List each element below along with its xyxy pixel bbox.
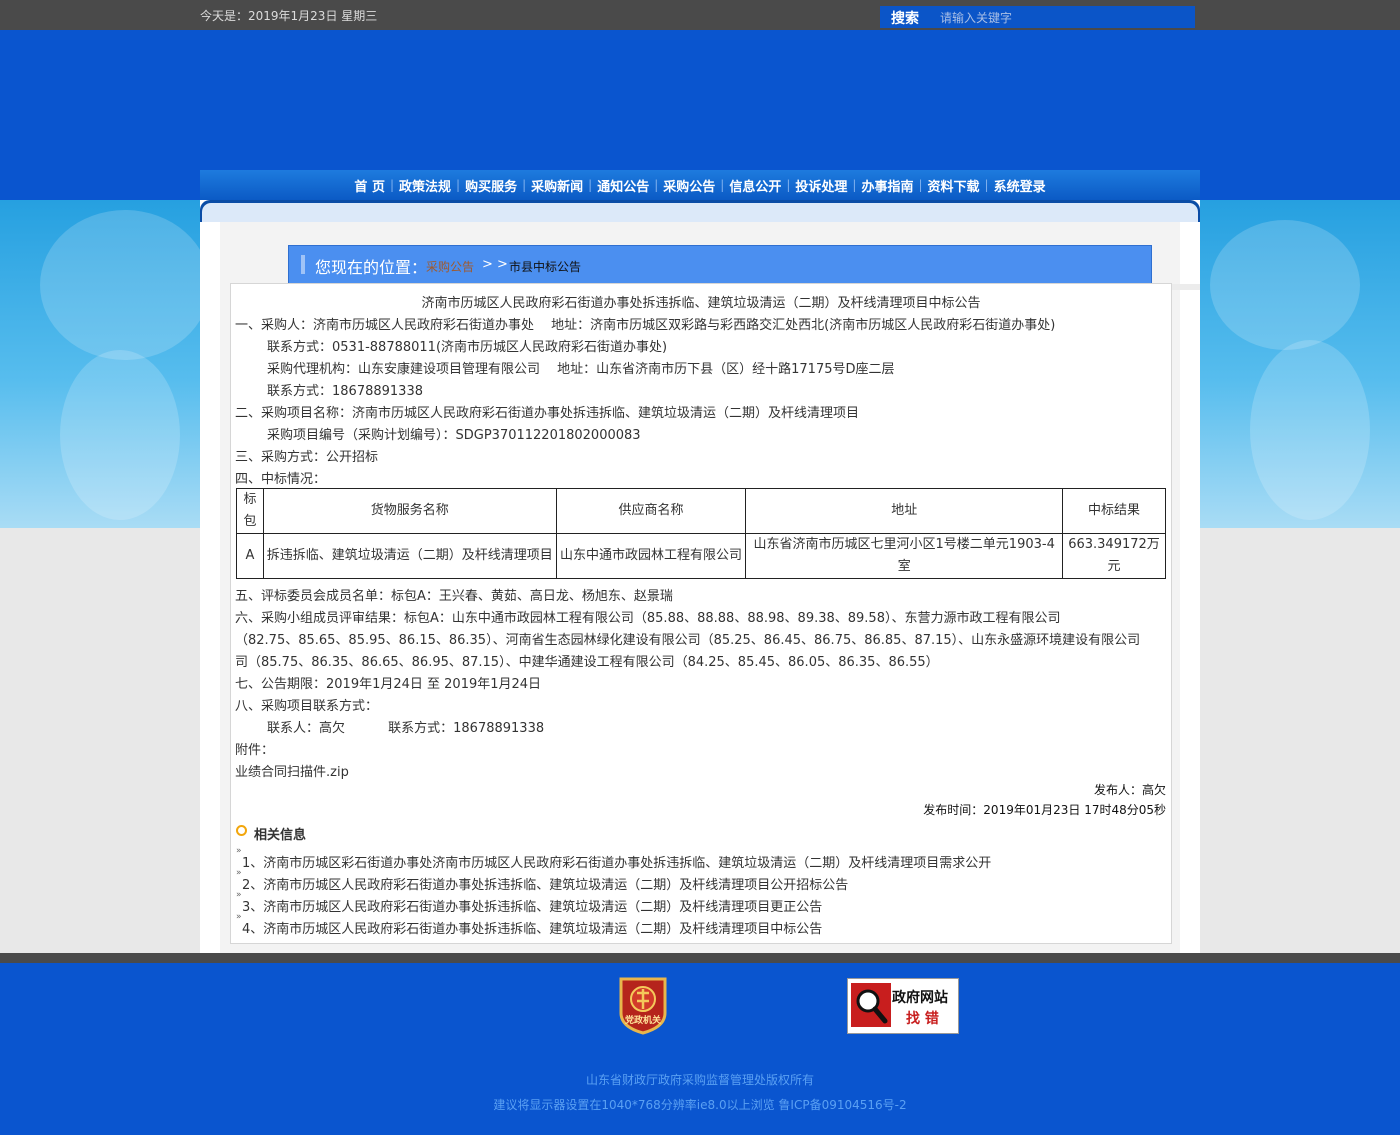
breadcrumb-link[interactable]: 采购公告 bbox=[426, 258, 474, 275]
publisher: 发布人：高欠 bbox=[1093, 783, 1166, 797]
article-line: 三、采购方式：公开招标 bbox=[235, 450, 379, 465]
article-line: 附件： bbox=[235, 743, 275, 758]
double-chevron-icon: » bbox=[236, 912, 242, 922]
related-item-label[interactable]: 4、济南市历城区人民政府彩石街道办事处拆违拆临、建筑垃圾清运（二期）及杆线清理项… bbox=[236, 922, 822, 937]
table-cell: 663.349172万元 bbox=[1062, 533, 1166, 579]
table-cell: A bbox=[236, 533, 264, 579]
breadcrumb-title: 您现在的位置： bbox=[315, 258, 428, 277]
table-header-row: 标包 货物服务名称 供应商名称 地址 中标结果 bbox=[236, 488, 1166, 534]
top-bar: 今天是：2019年1月23日 星期三 搜索 bbox=[0, 0, 1400, 30]
article-content: 济南市历城区人民政府彩石街道办事处拆违拆临、建筑垃圾清运（二期）及杆线清理项目中… bbox=[230, 283, 1172, 944]
article-line: （82.75、85.65、85.95、86.15、86.35）、河南省生态园林绿… bbox=[235, 633, 1141, 648]
party-government-emblem-icon[interactable]: 党政机关 bbox=[617, 975, 669, 1035]
nav-info-disclosure[interactable]: 信息公开 bbox=[724, 176, 786, 195]
table-cell: 拆违拆临、建筑垃圾清运（二期）及杆线清理项目 bbox=[262, 533, 557, 579]
nav-guide[interactable]: 办事指南 bbox=[856, 176, 918, 195]
footer: 党政机关 政府网站 找 错 山东省财政厅政府采购监督管理处版权所有 建议将显示器… bbox=[0, 963, 1400, 1135]
article-line: 联系方式：18678891338 bbox=[267, 384, 423, 399]
search-box: 搜索 bbox=[880, 6, 1195, 28]
article-line: 一、采购人：济南市历城区人民政府彩石街道办事处 地址：济南市历城区双彩路与彩西路… bbox=[235, 318, 1056, 333]
related-item[interactable]: » 1、济南市历城区彩石街道办事处济南市历城区人民政府彩石街道办事处拆违拆临、建… bbox=[236, 846, 991, 871]
table-header-cell: 地址 bbox=[745, 488, 1064, 534]
related-item-label[interactable]: 2、济南市历城区人民政府彩石街道办事处拆违拆临、建筑垃圾清运（二期）及杆线清理项… bbox=[236, 878, 848, 893]
double-chevron-icon: » bbox=[236, 846, 242, 856]
double-chevron-icon: » bbox=[236, 890, 242, 900]
table-row: A 拆违拆临、建筑垃圾清运（二期）及杆线清理项目 山东中通市政园林工程有限公司 … bbox=[236, 533, 1166, 579]
nav-procurement-announcements[interactable]: 采购公告 bbox=[658, 176, 720, 195]
double-chevron-icon: » bbox=[236, 868, 242, 878]
nav-purchase-service[interactable]: 购买服务 bbox=[460, 176, 522, 195]
article-line: 八、采购项目联系方式： bbox=[235, 699, 379, 714]
search-label[interactable]: 搜索 bbox=[891, 8, 919, 28]
nav-home[interactable]: 首 页 bbox=[349, 176, 390, 195]
table-header-cell: 供应商名称 bbox=[555, 488, 747, 534]
article-line: 五、评标委员会成员名单：标包A：王兴春、黄茹、高日龙、杨旭东、赵景瑞 bbox=[235, 589, 673, 604]
table-header-cell: 标包 bbox=[236, 488, 264, 534]
publish-time: 发布时间：2019年01月23日 17时48分05秒 bbox=[923, 803, 1166, 817]
nav-notices[interactable]: 通知公告 bbox=[592, 176, 654, 195]
nav-policy[interactable]: 政策法规 bbox=[394, 176, 456, 195]
related-item-label[interactable]: 3、济南市历城区人民政府彩石街道办事处拆违拆临、建筑垃圾清运（二期）及杆线清理项… bbox=[236, 900, 822, 915]
copyright-text: 山东省财政厅政府采购监督管理处版权所有 bbox=[585, 1073, 814, 1087]
related-item[interactable]: » 2、济南市历城区人民政府彩石街道办事处拆违拆临、建筑垃圾清运（二期）及杆线清… bbox=[236, 868, 848, 893]
article-line: 六、采购小组成员评审结果：标包A：山东中通市政园林工程有限公司（85.88、88… bbox=[235, 611, 1061, 626]
bid-result-table: 标包 货物服务名称 供应商名称 地址 中标结果 A 拆违拆临、建筑垃圾清运（二期… bbox=[236, 488, 1166, 579]
main-nav: 首 页 | 政策法规 | 购买服务 | 采购新闻 | 通知公告 | 采购公告 | 信息公开 |… bbox=[200, 170, 1200, 200]
table-cell: 山东省济南市历城区七里河小区1号楼二单元1903-4室 bbox=[745, 533, 1064, 579]
related-heading: 相关信息 bbox=[254, 828, 307, 843]
related-item[interactable]: » 4、济南市历城区人民政府彩石街道办事处拆违拆临、建筑垃圾清运（二期）及杆线清… bbox=[236, 912, 822, 937]
browser-advice-text: 建议将显示器设置在1040*768分辨率ie8.0以上浏览 鲁ICP备09104… bbox=[493, 1098, 907, 1112]
nav-downloads[interactable]: 资料下载 bbox=[923, 176, 985, 195]
article-line: 司（85.75、86.35、86.65、86.95、87.15）、中建华通建设工… bbox=[235, 655, 939, 670]
article-line: 二、采购项目名称：济南市历城区人民政府彩石街道办事处拆违拆临、建筑垃圾清运（二期… bbox=[235, 406, 860, 421]
attachment-link[interactable]: 业绩合同扫描件.zip bbox=[235, 761, 349, 780]
breadcrumb: 您现在的位置： 采购公告 > > 市县中标公告 bbox=[288, 245, 1152, 284]
gov-site-label: 政府网站 bbox=[892, 990, 948, 1006]
article-line: 联系方式：0531-88788011(济南市历城区人民政府彩石街道办事处) bbox=[267, 340, 668, 355]
search-input[interactable] bbox=[938, 8, 1192, 28]
gov-site-error-report-button[interactable]: 政府网站 找 错 bbox=[847, 978, 959, 1034]
emblem-text: 党政机关 bbox=[624, 1016, 661, 1026]
article-title: 济南市历城区人民政府彩石街道办事处拆违拆临、建筑垃圾清运（二期）及杆线清理项目中… bbox=[421, 296, 981, 311]
error-report-label: 找 错 bbox=[906, 1011, 939, 1027]
nav-news[interactable]: 采购新闻 bbox=[526, 176, 588, 195]
nav-login[interactable]: 系统登录 bbox=[989, 176, 1051, 195]
breadcrumb-arrow: > > bbox=[482, 257, 508, 272]
related-item[interactable]: » 3、济南市历城区人民政府彩石街道办事处拆违拆临、建筑垃圾清运（二期）及杆线清… bbox=[236, 890, 822, 915]
article-line: 四、中标情况： bbox=[235, 472, 327, 487]
table-header-cell: 中标结果 bbox=[1062, 488, 1166, 534]
article-line: 采购代理机构：山东安康建设项目管理有限公司 地址：山东省济南市历下县（区）经十路… bbox=[267, 362, 895, 377]
table-cell: 山东中通市政园林工程有限公司 bbox=[555, 533, 747, 579]
nav-complaints[interactable]: 投诉处理 bbox=[790, 176, 852, 195]
breadcrumb-current: 市县中标公告 bbox=[509, 260, 582, 274]
circle-bullet-icon bbox=[236, 825, 247, 836]
article-line: 七、公告期限：2019年1月24日 至 2019年1月24日 bbox=[235, 677, 542, 692]
table-header-cell: 货物服务名称 bbox=[262, 488, 557, 534]
article-line: 采购项目编号（采购计划编号）：SDGP370112201802000083 bbox=[267, 428, 641, 443]
article-line: 联系人：高欠 联系方式：18678891338 bbox=[267, 721, 545, 736]
related-item-label[interactable]: 1、济南市历城区彩石街道办事处济南市历城区人民政府彩石街道办事处拆违拆临、建筑垃… bbox=[236, 856, 991, 871]
current-date: 今天是：2019年1月23日 星期三 bbox=[200, 9, 378, 23]
magnifier-icon bbox=[851, 983, 891, 1027]
